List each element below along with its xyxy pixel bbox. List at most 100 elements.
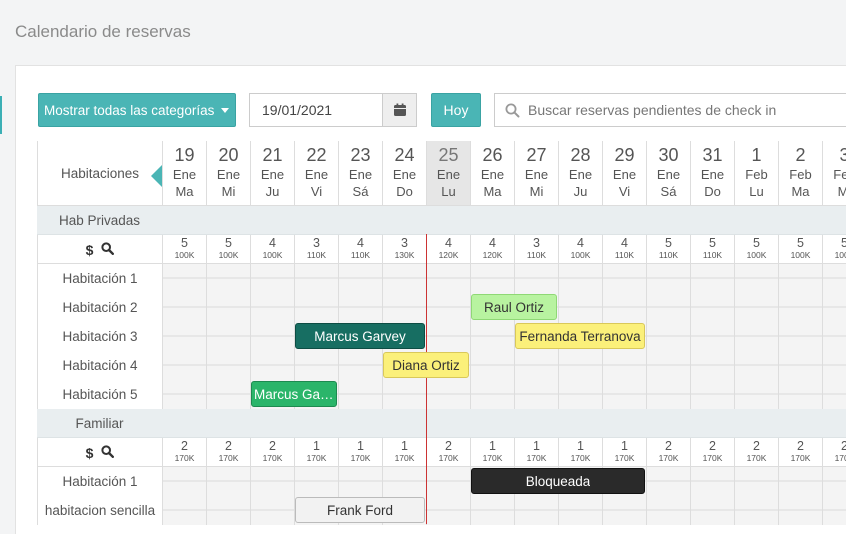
room-day-cell[interactable]: [690, 264, 734, 293]
reservation-block[interactable]: Marcus Garvey: [251, 381, 337, 407]
day-header[interactable]: 31 Ene Do: [690, 141, 734, 206]
room-day-cell[interactable]: [250, 322, 294, 351]
room-day-cell[interactable]: [206, 322, 250, 351]
room-day-cell[interactable]: [690, 351, 734, 380]
room-day-cell[interactable]: [294, 467, 338, 496]
collapse-arrow-icon[interactable]: [151, 165, 162, 187]
room-day-cell[interactable]: [338, 467, 382, 496]
reservation-block[interactable]: Frank Ford: [295, 497, 425, 523]
room-day-cell[interactable]: [778, 264, 822, 293]
room-day-cell[interactable]: [206, 293, 250, 322]
reservation-block[interactable]: Bloqueada: [471, 468, 645, 494]
room-day-cell[interactable]: [514, 351, 558, 380]
room-day-cell[interactable]: [426, 293, 470, 322]
room-day-cell[interactable]: [206, 467, 250, 496]
room-day-cell[interactable]: [162, 467, 206, 496]
room-day-cell[interactable]: [778, 351, 822, 380]
room-day-cell[interactable]: [514, 496, 558, 525]
day-header[interactable]: 28 Ene Ju: [558, 141, 602, 206]
room-day-cell[interactable]: [822, 496, 846, 525]
availability-cell[interactable]: 4 120K: [426, 235, 470, 264]
reservation-block[interactable]: Diana Ortiz: [383, 352, 469, 378]
reservation-block[interactable]: Raul Ortiz: [471, 294, 557, 320]
room-day-cell[interactable]: [558, 496, 602, 525]
show-categories-dropdown[interactable]: Mostrar todas las categorías: [38, 93, 236, 127]
search-icon[interactable]: [101, 241, 115, 258]
availability-cell[interactable]: 1 170K: [558, 438, 602, 467]
room-day-cell[interactable]: [470, 351, 514, 380]
day-header[interactable]: 25 Ene Lu: [426, 141, 470, 206]
room-day-cell[interactable]: [778, 467, 822, 496]
availability-cell[interactable]: 5100K: [734, 235, 778, 264]
room-day-cell[interactable]: [162, 322, 206, 351]
availability-cell[interactable]: 2170K: [734, 438, 778, 467]
room-day-cell[interactable]: [734, 467, 778, 496]
day-header[interactable]: 23 Ene Sá: [338, 141, 382, 206]
room-day-cell[interactable]: [778, 496, 822, 525]
availability-cell[interactable]: 2170K: [426, 438, 470, 467]
room-day-cell[interactable]: [206, 264, 250, 293]
room-day-cell[interactable]: [470, 380, 514, 409]
room-day-cell[interactable]: [558, 380, 602, 409]
availability-cell[interactable]: 5100K: [822, 235, 846, 264]
day-header[interactable]: 22 Ene Vi: [294, 141, 338, 206]
room-day-cell[interactable]: [646, 351, 690, 380]
day-header[interactable]: 20 Ene Mi: [206, 141, 250, 206]
room-day-cell[interactable]: [646, 496, 690, 525]
room-day-cell[interactable]: [822, 322, 846, 351]
room-day-cell[interactable]: [778, 322, 822, 351]
room-day-cell[interactable]: [822, 351, 846, 380]
room-day-cell[interactable]: [778, 293, 822, 322]
room-day-cell[interactable]: [646, 467, 690, 496]
room-day-cell[interactable]: [734, 322, 778, 351]
day-header[interactable]: 30 Ene Sá: [646, 141, 690, 206]
room-day-cell[interactable]: [734, 351, 778, 380]
room-day-cell[interactable]: [162, 293, 206, 322]
room-day-cell[interactable]: [690, 467, 734, 496]
availability-cell[interactable]: 4 100K: [558, 235, 602, 264]
room-day-cell[interactable]: [602, 293, 646, 322]
availability-cell[interactable]: 3 110K: [294, 235, 338, 264]
day-header[interactable]: 29 Ene Vi: [602, 141, 646, 206]
availability-cell[interactable]: 1 170K: [338, 438, 382, 467]
day-header[interactable]: 26 Ene Ma: [470, 141, 514, 206]
room-day-cell[interactable]: [162, 496, 206, 525]
availability-cell[interactable]: 5100K: [162, 235, 206, 264]
availability-cell[interactable]: 1 170K: [470, 438, 514, 467]
room-day-cell[interactable]: [514, 264, 558, 293]
room-day-cell[interactable]: [206, 496, 250, 525]
room-day-cell[interactable]: [822, 293, 846, 322]
room-day-cell[interactable]: [690, 293, 734, 322]
room-day-cell[interactable]: [426, 467, 470, 496]
room-day-cell[interactable]: [822, 380, 846, 409]
availability-cell[interactable]: 5 110K: [690, 235, 734, 264]
room-day-cell[interactable]: [250, 496, 294, 525]
room-day-cell[interactable]: [426, 322, 470, 351]
day-header[interactable]: 19 Ene Ma: [162, 141, 206, 206]
day-header[interactable]: 1 Feb Lu: [734, 141, 778, 206]
dollar-icon[interactable]: $: [86, 242, 94, 258]
availability-cell[interactable]: 3 110K: [514, 235, 558, 264]
availability-cell[interactable]: 2170K: [250, 438, 294, 467]
availability-cell[interactable]: 2170K: [778, 438, 822, 467]
room-day-cell[interactable]: [646, 380, 690, 409]
room-day-cell[interactable]: [382, 467, 426, 496]
room-day-cell[interactable]: [734, 380, 778, 409]
room-day-cell[interactable]: [338, 264, 382, 293]
availability-cell[interactable]: 2170K: [162, 438, 206, 467]
room-day-cell[interactable]: [558, 351, 602, 380]
room-day-cell[interactable]: [162, 264, 206, 293]
day-header[interactable]: 27 Ene Mi: [514, 141, 558, 206]
room-day-cell[interactable]: [602, 264, 646, 293]
today-button[interactable]: Hoy: [431, 93, 481, 127]
room-day-cell[interactable]: [294, 293, 338, 322]
availability-cell[interactable]: 5100K: [206, 235, 250, 264]
room-day-cell[interactable]: [822, 467, 846, 496]
room-day-cell[interactable]: [250, 293, 294, 322]
room-day-cell[interactable]: [602, 496, 646, 525]
availability-cell[interactable]: 1 170K: [602, 438, 646, 467]
availability-cell[interactable]: 2170K: [206, 438, 250, 467]
room-day-cell[interactable]: [338, 351, 382, 380]
room-day-cell[interactable]: [646, 264, 690, 293]
day-header[interactable]: 3 Feb Mi: [822, 141, 846, 206]
